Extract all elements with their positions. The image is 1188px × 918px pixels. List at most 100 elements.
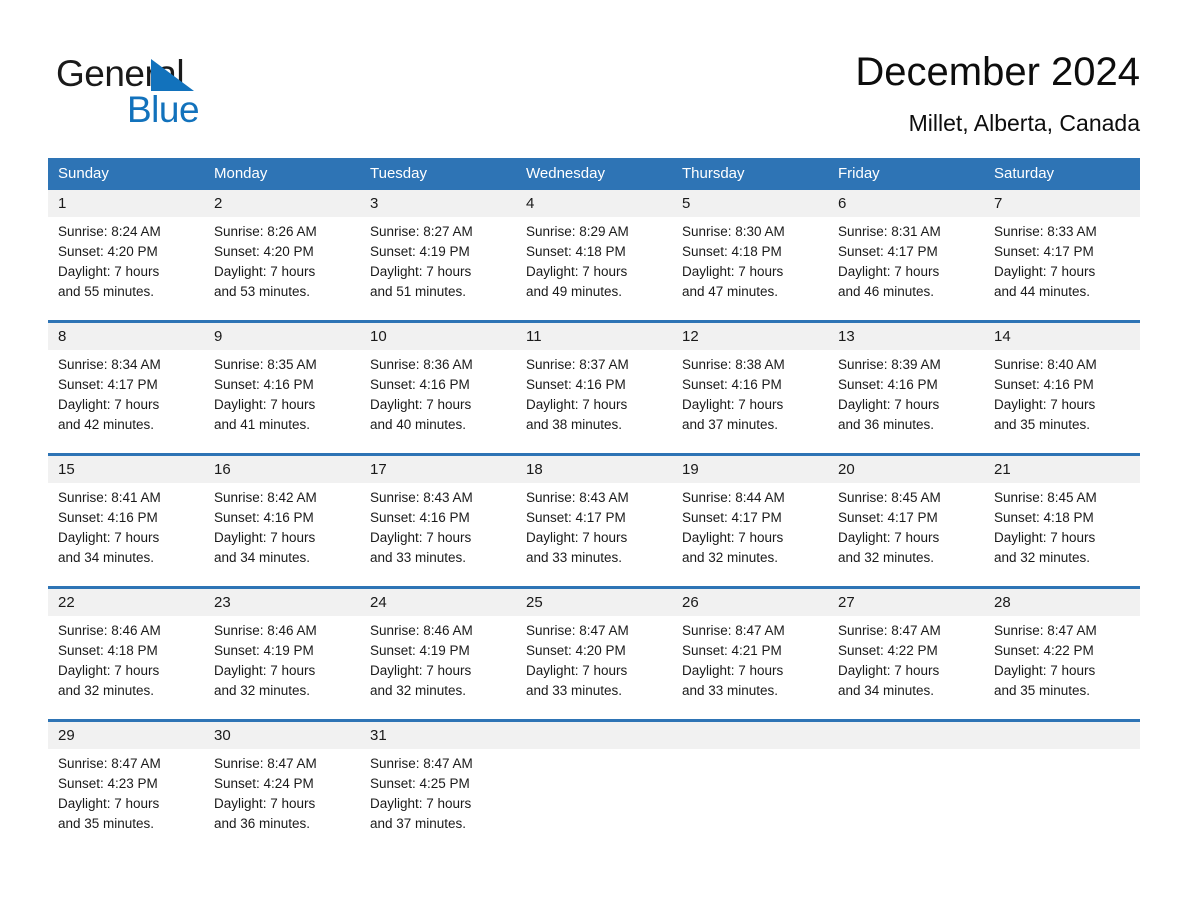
- day-cell[interactable]: Sunrise: 8:47 AM Sunset: 4:22 PM Dayligh…: [828, 616, 984, 721]
- sunrise-text: Sunrise: 8:47 AM: [994, 623, 1097, 638]
- day-number[interactable]: 22: [48, 586, 204, 616]
- sunrise-text: Sunrise: 8:36 AM: [370, 357, 473, 372]
- sunset-text: Sunset: 4:16 PM: [214, 377, 314, 392]
- day-cell[interactable]: Sunrise: 8:46 AM Sunset: 4:19 PM Dayligh…: [204, 616, 360, 721]
- day-cell[interactable]: Sunrise: 8:38 AM Sunset: 4:16 PM Dayligh…: [672, 350, 828, 455]
- day-cell[interactable]: Sunrise: 8:43 AM Sunset: 4:17 PM Dayligh…: [516, 483, 672, 588]
- daylight-text-2: and 38 minutes.: [526, 417, 623, 432]
- day-number[interactable]: 5: [672, 190, 828, 217]
- general-blue-logo[interactable]: General Blue: [48, 46, 308, 130]
- daylight-text-1: Daylight: 7 hours: [526, 264, 628, 279]
- day-cell[interactable]: Sunrise: 8:36 AM Sunset: 4:16 PM Dayligh…: [360, 350, 516, 455]
- sunrise-text: Sunrise: 8:40 AM: [994, 357, 1097, 372]
- day-cell[interactable]: Sunrise: 8:35 AM Sunset: 4:16 PM Dayligh…: [204, 350, 360, 455]
- week-daynum-row: 8 9 10 11 12 13 14: [48, 320, 1140, 350]
- sunset-text: Sunset: 4:16 PM: [370, 377, 470, 392]
- day-number[interactable]: 23: [204, 586, 360, 616]
- day-number[interactable]: 21: [984, 453, 1140, 483]
- day-cell[interactable]: Sunrise: 8:39 AM Sunset: 4:16 PM Dayligh…: [828, 350, 984, 455]
- day-cell[interactable]: Sunrise: 8:43 AM Sunset: 4:16 PM Dayligh…: [360, 483, 516, 588]
- sunrise-text: Sunrise: 8:31 AM: [838, 224, 941, 239]
- week-daynum-row: 1 2 3 4 5 6 7: [48, 190, 1140, 217]
- day-number[interactable]: 1: [48, 190, 204, 217]
- sunset-text: Sunset: 4:16 PM: [58, 510, 158, 525]
- day-number[interactable]: 2: [204, 190, 360, 217]
- daylight-text-1: Daylight: 7 hours: [214, 264, 316, 279]
- logo-triangle-icon: [151, 59, 194, 91]
- day-number[interactable]: 13: [828, 320, 984, 350]
- daylight-text-2: and 53 minutes.: [214, 284, 311, 299]
- day-cell[interactable]: Sunrise: 8:34 AM Sunset: 4:17 PM Dayligh…: [48, 350, 204, 455]
- day-number-empty: [984, 719, 1140, 749]
- day-number[interactable]: 27: [828, 586, 984, 616]
- day-number[interactable]: 10: [360, 320, 516, 350]
- day-cell[interactable]: Sunrise: 8:41 AM Sunset: 4:16 PM Dayligh…: [48, 483, 204, 588]
- day-number[interactable]: 11: [516, 320, 672, 350]
- day-number[interactable]: 8: [48, 320, 204, 350]
- day-number[interactable]: 25: [516, 586, 672, 616]
- daylight-text-1: Daylight: 7 hours: [838, 397, 940, 412]
- day-number[interactable]: 30: [204, 719, 360, 749]
- day-number[interactable]: 9: [204, 320, 360, 350]
- day-number[interactable]: 14: [984, 320, 1140, 350]
- day-cell[interactable]: Sunrise: 8:31 AM Sunset: 4:17 PM Dayligh…: [828, 217, 984, 322]
- day-number[interactable]: 7: [984, 190, 1140, 217]
- day-number[interactable]: 26: [672, 586, 828, 616]
- day-number[interactable]: 17: [360, 453, 516, 483]
- sunrise-text: Sunrise: 8:39 AM: [838, 357, 941, 372]
- day-number[interactable]: 3: [360, 190, 516, 217]
- day-number[interactable]: 31: [360, 719, 516, 749]
- day-cell[interactable]: Sunrise: 8:47 AM Sunset: 4:21 PM Dayligh…: [672, 616, 828, 721]
- day-cell[interactable]: Sunrise: 8:44 AM Sunset: 4:17 PM Dayligh…: [672, 483, 828, 588]
- sunrise-text: Sunrise: 8:33 AM: [994, 224, 1097, 239]
- day-cell[interactable]: Sunrise: 8:26 AM Sunset: 4:20 PM Dayligh…: [204, 217, 360, 322]
- daylight-text-1: Daylight: 7 hours: [370, 796, 472, 811]
- daylight-text-2: and 32 minutes.: [370, 683, 467, 698]
- day-number[interactable]: 4: [516, 190, 672, 217]
- daylight-text-2: and 44 minutes.: [994, 284, 1091, 299]
- day-cell[interactable]: Sunrise: 8:33 AM Sunset: 4:17 PM Dayligh…: [984, 217, 1140, 322]
- day-number[interactable]: 28: [984, 586, 1140, 616]
- day-cell[interactable]: Sunrise: 8:29 AM Sunset: 4:18 PM Dayligh…: [516, 217, 672, 322]
- weekday-header-monday: Monday: [204, 158, 360, 190]
- day-cell[interactable]: Sunrise: 8:47 AM Sunset: 4:22 PM Dayligh…: [984, 616, 1140, 721]
- day-cell[interactable]: Sunrise: 8:46 AM Sunset: 4:18 PM Dayligh…: [48, 616, 204, 721]
- week-detail-row: Sunrise: 8:47 AM Sunset: 4:23 PM Dayligh…: [48, 749, 1140, 852]
- day-cell[interactable]: Sunrise: 8:47 AM Sunset: 4:24 PM Dayligh…: [204, 749, 360, 852]
- day-number-empty: [516, 719, 672, 749]
- day-cell[interactable]: Sunrise: 8:27 AM Sunset: 4:19 PM Dayligh…: [360, 217, 516, 322]
- day-number[interactable]: 6: [828, 190, 984, 217]
- daylight-text-1: Daylight: 7 hours: [370, 530, 472, 545]
- day-cell[interactable]: Sunrise: 8:24 AM Sunset: 4:20 PM Dayligh…: [48, 217, 204, 322]
- daylight-text-2: and 32 minutes.: [838, 550, 935, 565]
- daylight-text-2: and 34 minutes.: [58, 550, 155, 565]
- day-cell[interactable]: Sunrise: 8:47 AM Sunset: 4:20 PM Dayligh…: [516, 616, 672, 721]
- day-number[interactable]: 12: [672, 320, 828, 350]
- day-cell[interactable]: Sunrise: 8:42 AM Sunset: 4:16 PM Dayligh…: [204, 483, 360, 588]
- day-cell[interactable]: Sunrise: 8:47 AM Sunset: 4:25 PM Dayligh…: [360, 749, 516, 852]
- day-number[interactable]: 16: [204, 453, 360, 483]
- day-cell[interactable]: Sunrise: 8:37 AM Sunset: 4:16 PM Dayligh…: [516, 350, 672, 455]
- day-cell[interactable]: Sunrise: 8:45 AM Sunset: 4:17 PM Dayligh…: [828, 483, 984, 588]
- daylight-text-2: and 40 minutes.: [370, 417, 467, 432]
- daylight-text-1: Daylight: 7 hours: [58, 663, 160, 678]
- day-number[interactable]: 20: [828, 453, 984, 483]
- weekday-header-saturday: Saturday: [984, 158, 1140, 190]
- day-number[interactable]: 29: [48, 719, 204, 749]
- week-daynum-row: 15 16 17 18 19 20 21: [48, 453, 1140, 483]
- day-cell[interactable]: Sunrise: 8:45 AM Sunset: 4:18 PM Dayligh…: [984, 483, 1140, 588]
- day-number[interactable]: 15: [48, 453, 204, 483]
- daylight-text-1: Daylight: 7 hours: [994, 397, 1096, 412]
- daylight-text-2: and 32 minutes.: [214, 683, 311, 698]
- day-cell[interactable]: Sunrise: 8:46 AM Sunset: 4:19 PM Dayligh…: [360, 616, 516, 721]
- sunset-text: Sunset: 4:20 PM: [526, 643, 626, 658]
- daylight-text-1: Daylight: 7 hours: [370, 663, 472, 678]
- day-number[interactable]: 19: [672, 453, 828, 483]
- day-number[interactable]: 18: [516, 453, 672, 483]
- day-cell[interactable]: Sunrise: 8:40 AM Sunset: 4:16 PM Dayligh…: [984, 350, 1140, 455]
- daylight-text-1: Daylight: 7 hours: [214, 530, 316, 545]
- calendar-container: Sunday Monday Tuesday Wednesday Thursday…: [48, 158, 1140, 852]
- day-cell[interactable]: Sunrise: 8:30 AM Sunset: 4:18 PM Dayligh…: [672, 217, 828, 322]
- day-cell[interactable]: Sunrise: 8:47 AM Sunset: 4:23 PM Dayligh…: [48, 749, 204, 852]
- day-number[interactable]: 24: [360, 586, 516, 616]
